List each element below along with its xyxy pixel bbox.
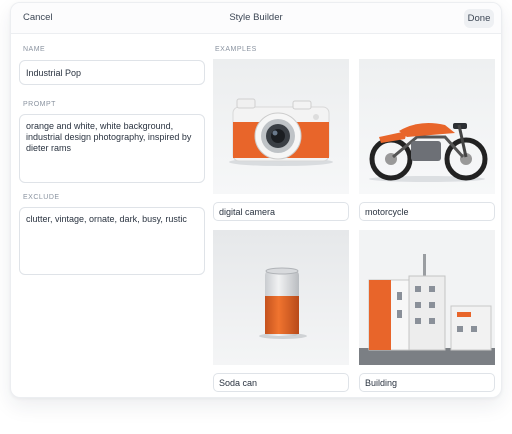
examples-label: EXAMPLES bbox=[215, 46, 257, 53]
top-bar: Cancel Style Builder Done bbox=[11, 3, 501, 34]
soda-can-image[interactable] bbox=[213, 230, 349, 365]
name-field[interactable]: Industrial Pop bbox=[19, 60, 205, 85]
prompt-label: PROMPT bbox=[23, 101, 56, 108]
motorcycle-image[interactable] bbox=[359, 59, 495, 194]
exclude-field[interactable]: clutter, vintage, ornate, dark, busy, ru… bbox=[19, 207, 205, 275]
camera-image[interactable] bbox=[213, 59, 349, 194]
example-caption[interactable]: motorcycle bbox=[359, 202, 495, 221]
example-caption[interactable]: Soda can bbox=[213, 373, 349, 392]
prompt-field[interactable]: orange and white, white background, indu… bbox=[19, 114, 205, 183]
done-button[interactable]: Done bbox=[464, 9, 494, 28]
building-image[interactable] bbox=[359, 230, 495, 365]
style-builder-panel: Cancel Style Builder Done NAME Industria… bbox=[10, 2, 502, 398]
example-caption[interactable]: digital camera bbox=[213, 202, 349, 221]
example-caption[interactable]: Building bbox=[359, 373, 495, 392]
name-label: NAME bbox=[23, 46, 46, 53]
exclude-label: EXCLUDE bbox=[23, 194, 60, 201]
page-title: Style Builder bbox=[229, 12, 283, 23]
